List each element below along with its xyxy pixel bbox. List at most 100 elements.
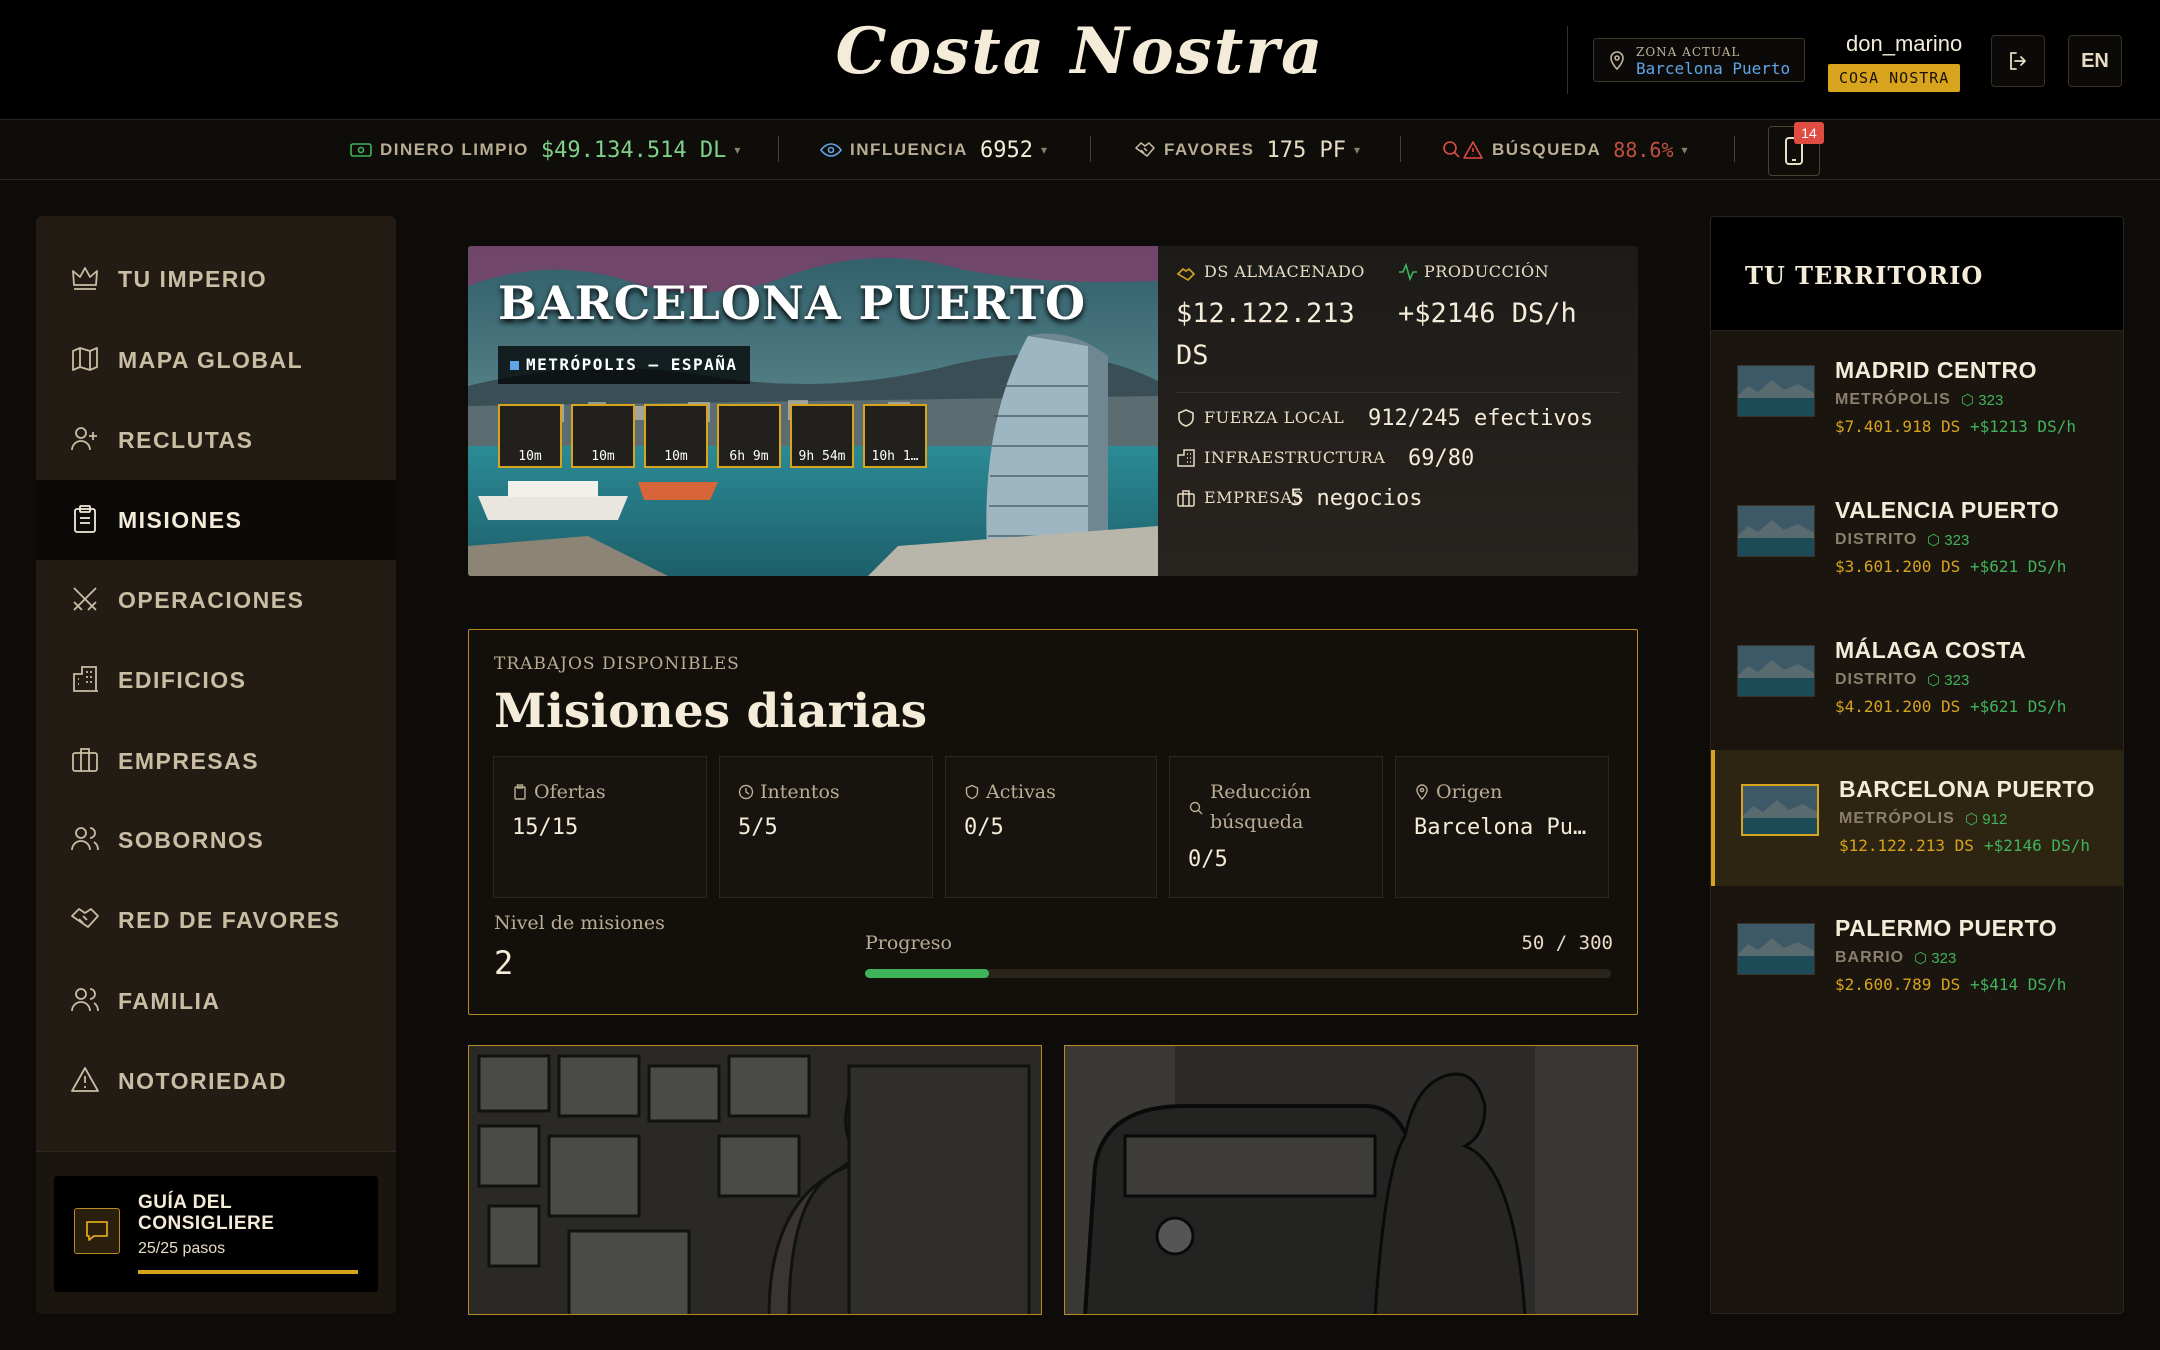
stat-label: Intentos [760,781,840,803]
territory-money: $4.201.200 DS [1835,697,1961,716]
territory-name: PALERMO PUERTO [1835,915,2058,941]
sidebar-item-operaciones[interactable]: OPERACIONES [36,560,396,640]
buildings-icon [1177,449,1195,467]
timer-label: 10m [664,449,688,464]
sidebar-item-red-de-favores[interactable]: RED DE FAVORES [36,880,396,960]
territory-shield: ⬡ 912 [1965,810,2007,828]
progress-track [865,969,1611,978]
territory-name: MÁLAGA COSTA [1835,637,2027,663]
force-value: 912/245 efectivos [1368,406,1594,431]
mission-card[interactable] [1064,1045,1638,1315]
sidebar: TU IMPERIO MAPA GLOBAL RECLUTAS MISIONES… [36,216,396,1314]
mission-thumb[interactable]: 10m [571,404,635,468]
divider [1090,136,1091,162]
mission-card[interactable] [468,1045,1042,1315]
territory-shield: ⬡ 323 [1914,949,1956,967]
language-button[interactable]: EN [2068,35,2122,87]
territory-thumbnail [1737,365,1815,417]
mission-illustration [469,1046,1041,1314]
shield-icon: ⬡ [1914,950,1932,967]
shield-value: 323 [1944,672,1970,689]
mission-thumb[interactable]: 10m [644,404,708,468]
username[interactable]: don_marino [1846,31,1962,57]
production-label: PRODUCCIÓN [1424,262,1550,281]
city-hero: BARCELONA PUERTO METRÓPOLIS — ESPAÑA 10m… [468,246,1638,576]
current-zone[interactable]: ZONA ACTUAL Barcelona Puerto [1593,38,1805,82]
progress-fill [865,969,990,978]
search-resource[interactable]: BÚSQUEDA 88.6% ▾ [1442,120,1688,180]
territory-thumbnail [1737,923,1815,975]
stat-label: Ofertas [534,781,606,803]
territory-item[interactable]: PALERMO PUERTO BARRIO ⬡ 323 $2.600.789 DS +$… [1711,889,2123,1025]
user-plus-icon [71,427,97,451]
clipboard-icon [514,784,526,800]
stat-offers: Ofertas 15/15 [493,756,707,898]
territory-name: BARCELONA PUERTO [1839,776,2095,802]
sidebar-item-label: TU IMPERIO [118,266,268,292]
sidebar-item-sobornos[interactable]: SOBORNOS [36,800,396,880]
influence-label: INFLUENCIA [850,140,968,159]
territory-thumbnail [1737,645,1815,697]
territory-type: DISTRITO [1835,671,1918,688]
consigliere-guide[interactable]: GUÍA DEL CONSIGLIERE 25/25 pasos [54,1176,378,1292]
sidebar-item-label: EDIFICIOS [118,667,247,693]
territory-panel: TU TERRITORIO MADRID CENTRO METRÓPOLIS ⬡ 3… [1710,216,2124,1314]
sidebar-item-empresas[interactable]: EMPRESAS [36,721,396,801]
logout-button[interactable] [1991,35,2045,87]
territory-money: $3.601.200 DS [1835,557,1961,576]
territory-item[interactable]: MADRID CENTRO METRÓPOLIS ⬡ 323 $7.401.918 D… [1711,331,2123,467]
chevron-down-icon: ▾ [1353,143,1360,157]
sidebar-item-reclutas[interactable]: RECLUTAS [36,400,396,480]
divider [1400,136,1401,162]
timer-label: 10h 1… [871,449,919,464]
map-icon [72,347,98,371]
eye-icon [820,143,842,157]
territory-item[interactable]: BARCELONA PUERTO METRÓPOLIS ⬡ 912 $12.122.2… [1711,750,2123,886]
territory-type: BARRIO [1835,949,1905,966]
stat-value: Barcelona Pu… [1414,815,1587,840]
territory-production: +$2146 DS/h [1984,836,2090,855]
territory-item[interactable]: VALENCIA PUERTO DISTRITO ⬡ 323 $3.601.200 D… [1711,471,2123,607]
biz-value: 5 negocios [1290,486,1423,511]
sidebar-item-notoriedad[interactable]: NOTORIEDAD [36,1041,396,1121]
shield-icon: ⬡ [1927,672,1945,689]
mission-thumb[interactable]: 6h 9m [717,404,781,468]
faction-badge: COSA NOSTRA [1828,64,1961,92]
stat-value: 0/5 [964,815,1004,840]
city-name: BARCELONA PUERTO [498,276,1087,330]
infra-label: INFRAESTRUCTURA [1204,448,1386,467]
sidebar-item-edificios[interactable]: EDIFICIOS [36,640,396,720]
resource-bar: DINERO LIMPIO $49.134.514 DL ▾ INFLUENCI… [0,120,2160,180]
chevron-down-icon: ▾ [1040,143,1047,157]
mission-thumb[interactable]: 10h 1… [863,404,927,468]
sidebar-item-familia[interactable]: FAMILIA [36,961,396,1041]
city-stats: DS ALMACENADO PRODUCCIÓN $12.122.213 DS … [1158,246,1638,576]
divider [1734,136,1735,162]
sidebar-item-label: EMPRESAS [118,748,260,774]
clock-icon [738,784,754,800]
clean-money-resource[interactable]: DINERO LIMPIO $49.134.514 DL ▾ [350,120,740,180]
sidebar-item-mapa-global[interactable]: MAPA GLOBAL [36,320,396,400]
stat-active: Activas 0/5 [945,756,1157,898]
sidebar-item-label: FAMILIA [118,988,221,1014]
territory-title: TU TERRITORIO [1745,261,1984,290]
stored-label: DS ALMACENADO [1204,262,1365,281]
stat-label: Reducción búsqueda [1210,781,1311,833]
territory-type: DISTRITO [1835,531,1918,548]
sidebar-item-misiones[interactable]: MISIONES [36,480,396,560]
sidebar-item-tu-imperio[interactable]: TU IMPERIO [36,239,396,319]
mission-thumb[interactable]: 9h 54m [790,404,854,468]
territory-item[interactable]: MÁLAGA COSTA DISTRITO ⬡ 323 $4.201.200 DS +$… [1711,611,2123,747]
clean-money-label: DINERO LIMPIO [380,140,529,159]
mission-thumb[interactable]: 10m [498,404,562,468]
timer-label: 10m [518,449,542,464]
shield-icon: ⬡ [1927,532,1945,549]
stat-attempts: Intentos 5/5 [719,756,933,898]
infra-value: 69/80 [1408,446,1475,471]
buildings-icon [73,666,98,692]
search-label: BÚSQUEDA [1492,140,1602,159]
favors-resource[interactable]: FAVORES 175 PF ▾ [1134,120,1360,180]
missions-kicker: TRABAJOS DISPONIBLES [494,654,740,674]
cash-icon [350,143,372,157]
influence-resource[interactable]: INFLUENCIA 6952 ▾ [820,120,1047,180]
